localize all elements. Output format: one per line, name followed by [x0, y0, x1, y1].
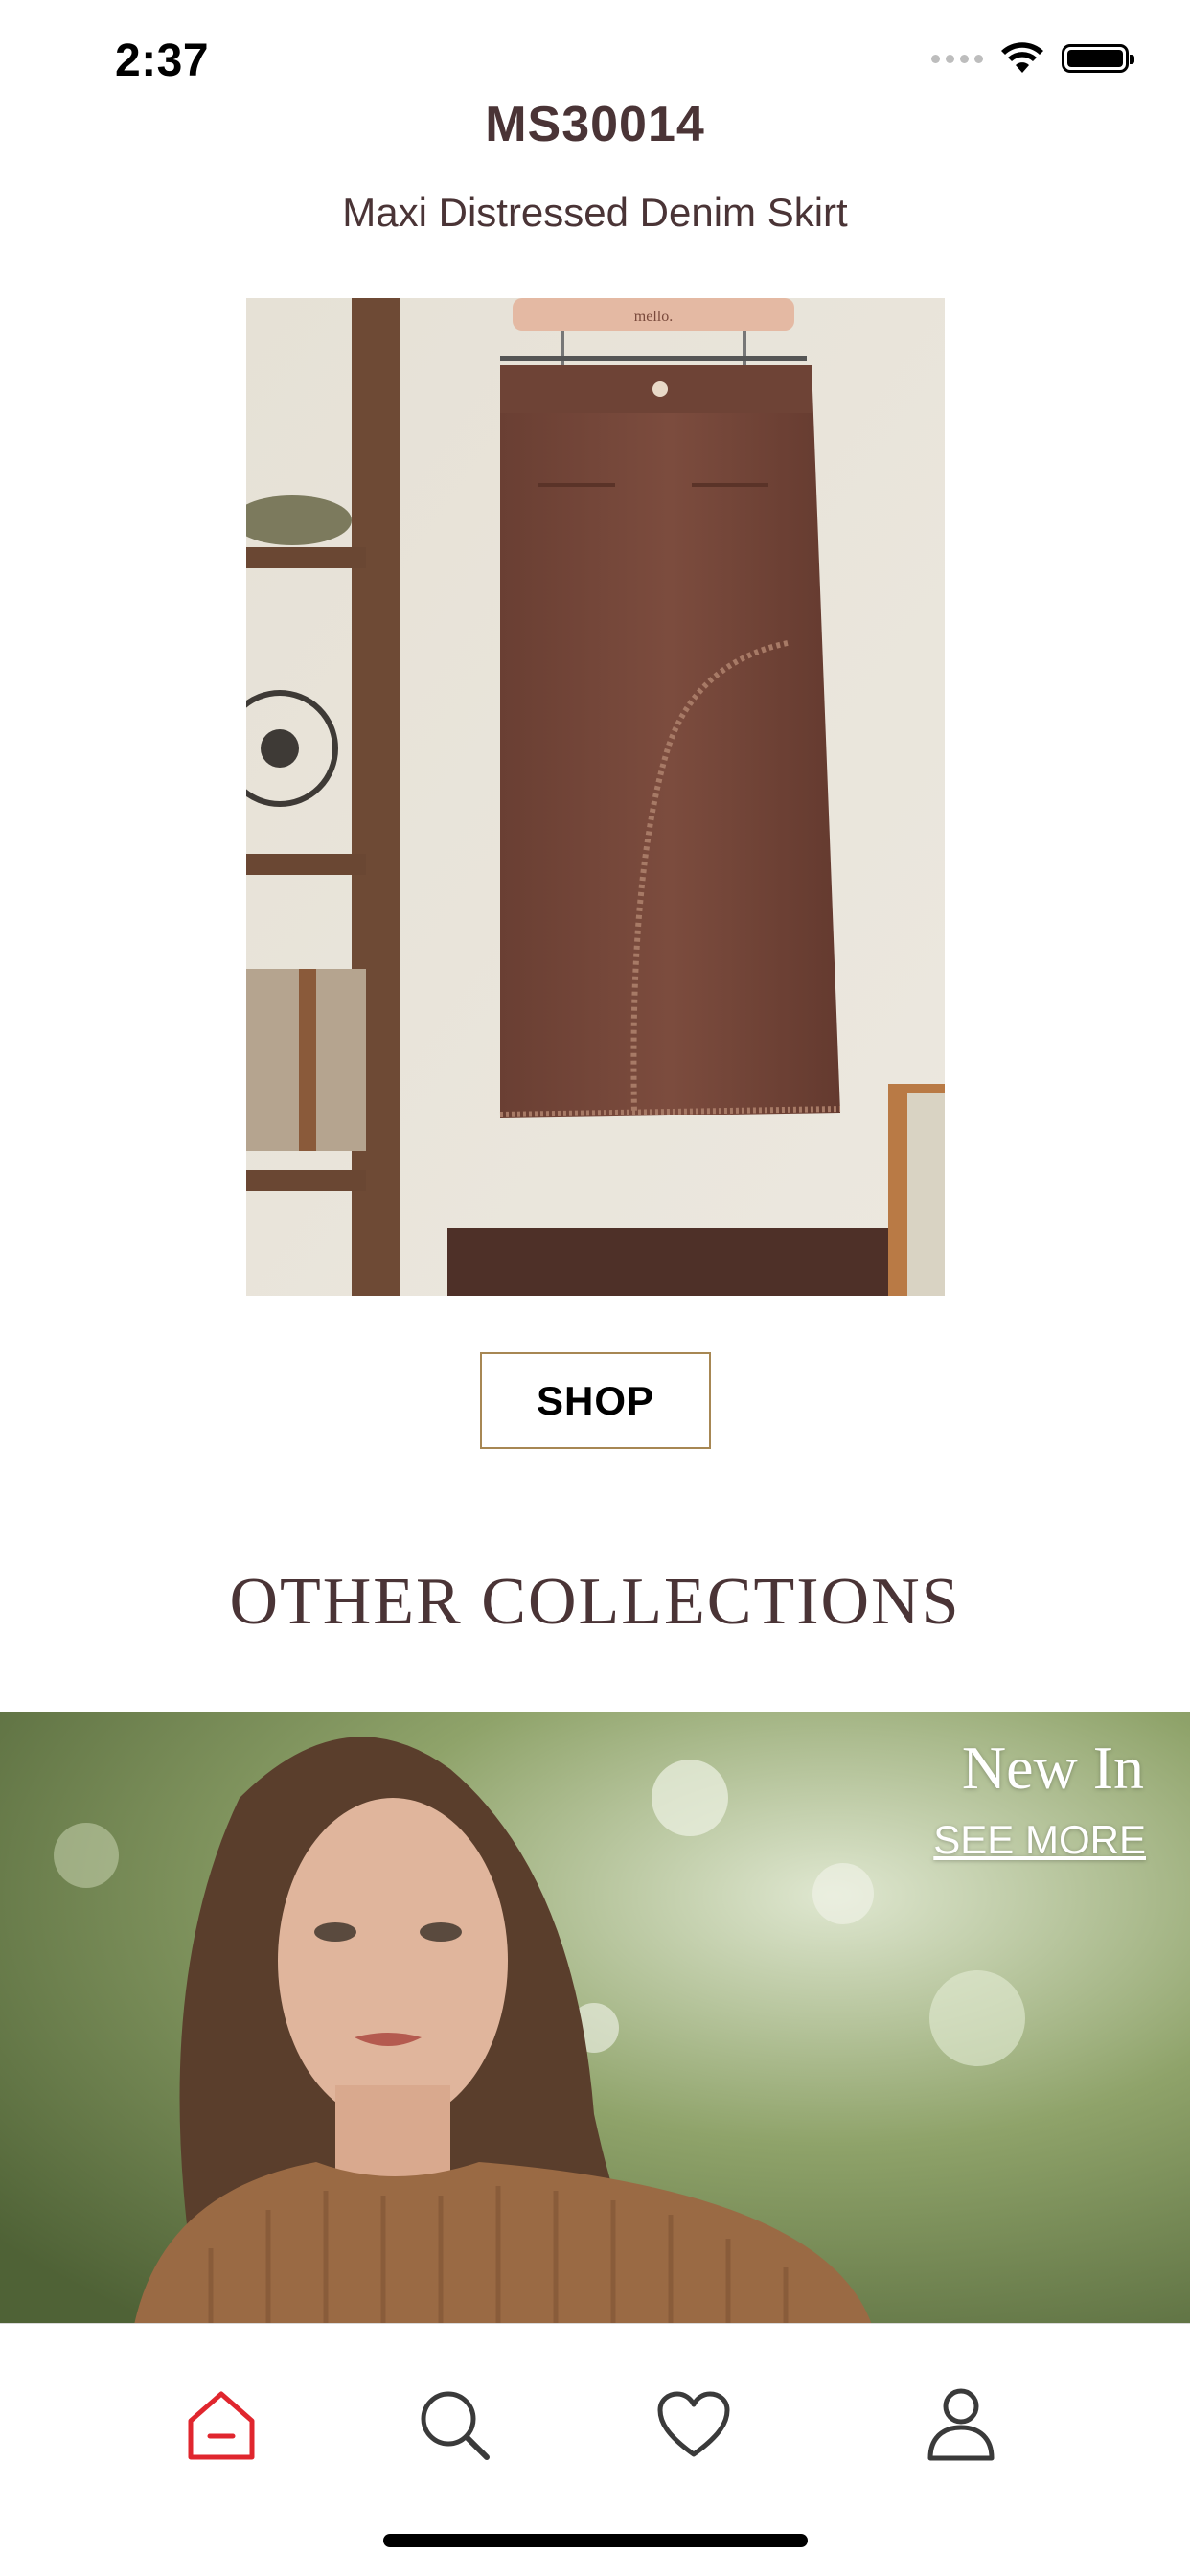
status-icons [931, 42, 1134, 75]
tab-search[interactable] [401, 2372, 507, 2477]
home-indicator [383, 2534, 808, 2547]
wifi-icon [1001, 42, 1043, 73]
shop-button[interactable]: SHOP [480, 1352, 711, 1449]
profile-icon [927, 2388, 995, 2461]
battery-icon [1062, 44, 1134, 73]
tab-profile[interactable] [908, 2372, 1014, 2477]
other-collections-title: OTHER COLLECTIONS [229, 1565, 961, 1639]
product-name: Maxi Distressed Denim Skirt [342, 190, 848, 235]
cellular-signal-icon [931, 54, 983, 63]
tab-favorites[interactable] [641, 2372, 746, 2477]
search-icon [421, 2391, 490, 2460]
collection-title: New In [961, 1734, 1144, 1802]
see-more-link[interactable]: SEE MORE [933, 1817, 1146, 1863]
heart-icon [657, 2391, 730, 2457]
collection-banner-new-in[interactable] [0, 1712, 1190, 2325]
product-image[interactable]: mello. [246, 298, 945, 1296]
status-time: 2:37 [115, 35, 210, 86]
product-sku: MS30014 [485, 97, 705, 152]
hanger-brand: mello. [634, 309, 673, 325]
home-icon [188, 2391, 255, 2460]
tab-home[interactable] [169, 2372, 274, 2477]
